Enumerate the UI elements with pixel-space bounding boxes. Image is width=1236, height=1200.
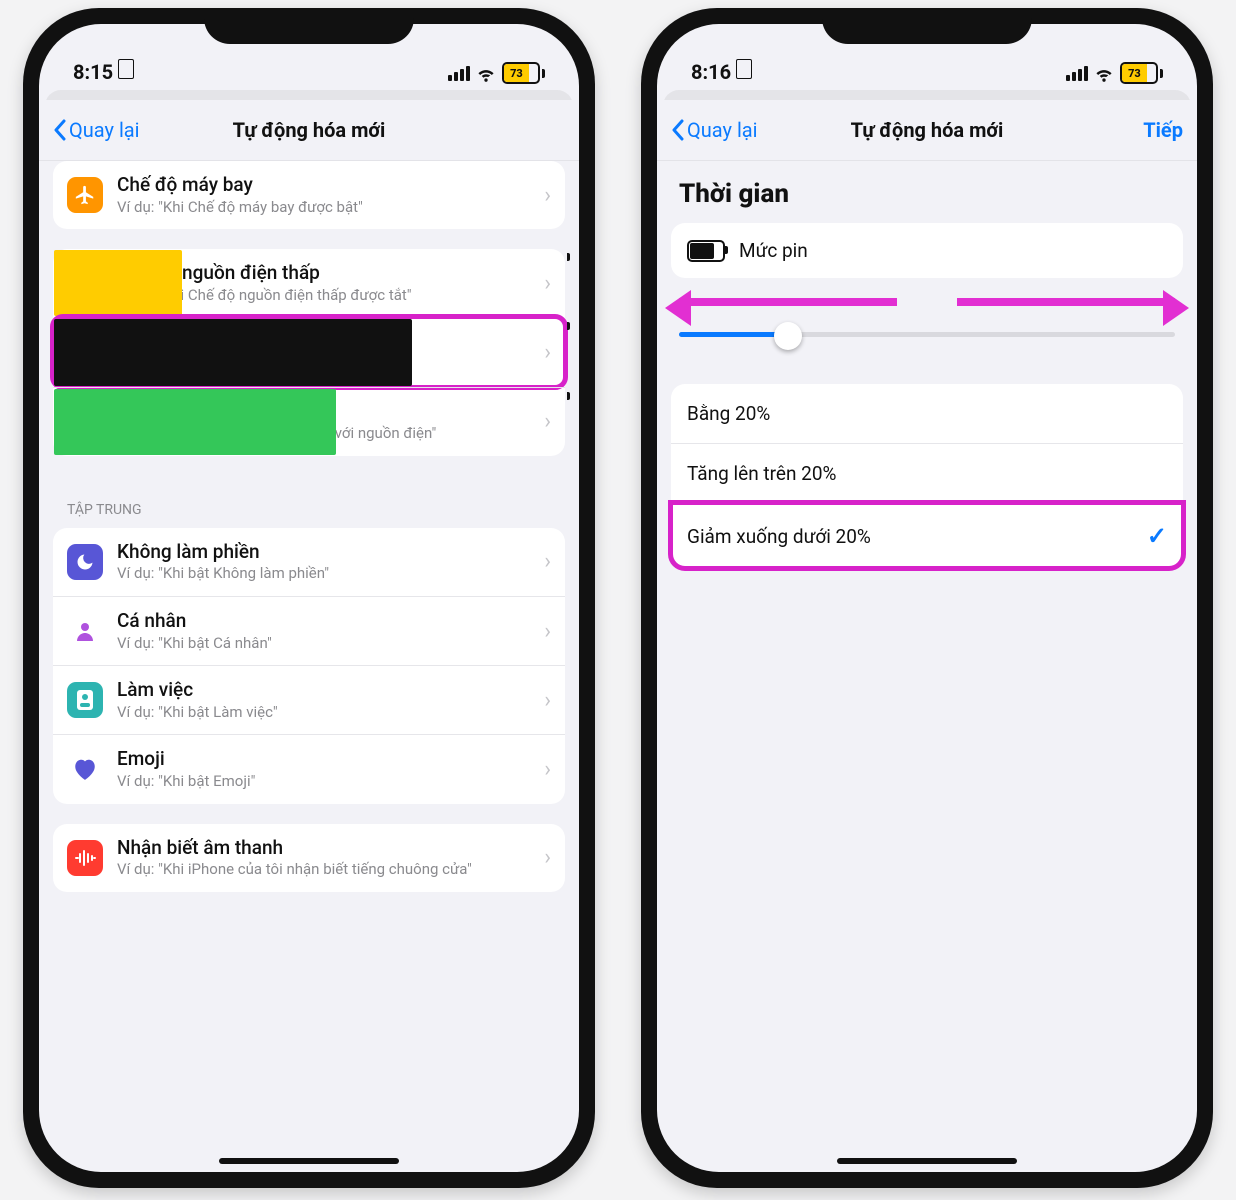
nav-title: Tự động hóa mới [181, 118, 437, 142]
option-rises[interactable]: Tăng lên trên 20% [671, 443, 1183, 503]
status-time: 8:16 [691, 60, 731, 84]
back-button[interactable]: Quay lại [53, 118, 140, 142]
battery-row-label: Mức pin [739, 239, 808, 262]
battery-percent: 73 [1122, 64, 1147, 82]
row-sound[interactable]: Nhận biết âm thanhVí dụ: "Khi iPhone của… [53, 824, 565, 892]
cellular-icon [448, 66, 470, 81]
chevron-right-icon: › [538, 688, 551, 713]
back-button[interactable]: Quay lại [671, 118, 758, 142]
battery-icon: 73 [1120, 62, 1163, 84]
row-charger[interactable]: Bộ sạcVí dụ: "Khi iPhone của tôi kết nối… [53, 387, 565, 456]
airplane-icon [67, 177, 103, 213]
charger-icon [67, 404, 103, 440]
battery-row: Mức pin [671, 223, 1183, 278]
cellular-icon [1066, 66, 1088, 81]
arrow-right-icon [957, 298, 1175, 306]
checkmark-icon: ✓ [1147, 522, 1167, 550]
phone-left: 8:15 73 Quay lại [23, 8, 595, 1188]
screen-right: 8:16 73 Quay lại [657, 24, 1197, 1172]
chevron-right-icon: › [538, 845, 551, 870]
chevron-right-icon: › [538, 340, 551, 365]
options-card: Bằng 20% Tăng lên trên 20% Giảm xuống dư… [671, 384, 1183, 568]
option-label: Tăng lên trên 20% [687, 462, 836, 485]
nav-bar: Quay lại Tự động hóa mới Tiếp [657, 100, 1197, 161]
wifi-icon [1094, 63, 1114, 83]
row-sub: Ví dụ: "Khi Chế độ máy bay được bật" [117, 198, 538, 218]
annotation-arrows [679, 298, 1175, 306]
arrow-left-icon [679, 298, 897, 306]
soundwave-icon [67, 840, 103, 876]
row-personal[interactable]: Cá nhânVí dụ: "Khi bật Cá nhân" › [53, 596, 565, 665]
lowpower-icon [67, 265, 103, 301]
card-battery-level: Mức pin [671, 223, 1183, 278]
heading-when: Thời gian [657, 161, 1197, 223]
row-emoji[interactable]: EmojiVí dụ: "Khi bật Emoji" › [53, 734, 565, 803]
chevron-right-icon: › [538, 183, 551, 208]
option-drops[interactable]: Giảm xuống dưới 20% ✓ [671, 503, 1183, 568]
group-focus: Không làm phiềnVí dụ: "Khi bật Không làm… [53, 528, 565, 804]
chevron-right-icon: › [538, 549, 551, 574]
battery-percent: 73 [504, 64, 529, 82]
notch [204, 8, 414, 44]
person-icon [67, 613, 103, 649]
wifi-icon [476, 63, 496, 83]
chevron-right-icon: › [538, 757, 551, 782]
heart-icon [67, 751, 103, 787]
row-battery-level[interactable]: Mức pinVí dụ: "Khi mức pin tăng lên trên… [53, 317, 565, 386]
section-header-focus: TẬP TRUNG [39, 476, 579, 528]
nav-title: Tự động hóa mới [799, 118, 1055, 142]
row-dnd[interactable]: Không làm phiềnVí dụ: "Khi bật Không làm… [53, 528, 565, 596]
row-title: Chế độ máy bay [117, 173, 538, 198]
chevron-right-icon: › [538, 271, 551, 296]
group-airplane: Chế độ máy bayVí dụ: "Khi Chế độ máy bay… [53, 161, 565, 229]
next-button[interactable]: Tiếp [1143, 118, 1183, 142]
option-label: Giảm xuống dưới 20% [687, 525, 871, 548]
status-time: 8:15 [73, 60, 113, 84]
nav-bar: Quay lại Tự động hóa mới [39, 100, 579, 161]
group-power: Chế độ nguồn điện thấpVí dụ: "Khi Chế độ… [53, 249, 565, 456]
option-equals[interactable]: Bằng 20% [671, 384, 1183, 443]
notch [822, 8, 1032, 44]
option-label: Bằng 20% [687, 402, 770, 425]
row-airplane[interactable]: Chế độ máy bayVí dụ: "Khi Chế độ máy bay… [53, 161, 565, 229]
chevron-right-icon: › [538, 619, 551, 644]
screen-left: 8:15 73 Quay lại [39, 24, 579, 1172]
home-indicator[interactable] [837, 1158, 1017, 1164]
slider-thumb[interactable] [774, 322, 802, 350]
battery-icon: 73 [502, 62, 545, 84]
back-label: Quay lại [69, 118, 140, 142]
card-icon [736, 59, 752, 79]
row-work[interactable]: Làm việcVí dụ: "Khi bật Làm việc" › [53, 665, 565, 734]
chevron-right-icon: › [538, 409, 551, 434]
home-indicator[interactable] [219, 1158, 399, 1164]
battery-icon [67, 334, 103, 370]
badge-icon [67, 682, 103, 718]
phone-right: 8:16 73 Quay lại [641, 8, 1213, 1188]
back-label: Quay lại [687, 118, 758, 142]
card-icon [118, 59, 134, 79]
battery-slider[interactable] [679, 316, 1175, 354]
group-sound: Nhận biết âm thanhVí dụ: "Khi iPhone của… [53, 824, 565, 892]
battery-icon [687, 240, 725, 262]
moon-icon [67, 544, 103, 580]
row-lowpower[interactable]: Chế độ nguồn điện thấpVí dụ: "Khi Chế độ… [53, 249, 565, 317]
